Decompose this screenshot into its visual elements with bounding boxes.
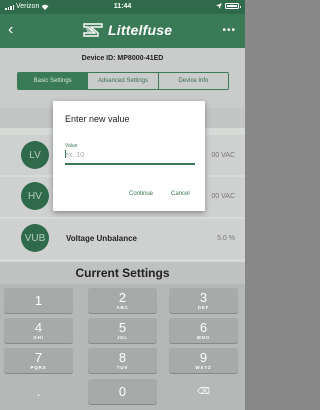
tab-advanced-settings[interactable]: Advanced Settings — [87, 73, 158, 89]
app-screen: Verizon 11:44 ‹ Littelfuse ••• Device ID… — [0, 0, 245, 410]
status-time: 11:44 — [113, 3, 132, 10]
nav-bar: ‹ Littelfuse ••• — [0, 14, 245, 48]
enter-value-dialog: Enter new value Value Continue Cancel — [53, 101, 205, 211]
text-caret — [65, 150, 66, 158]
key-decimal[interactable]: . — [4, 379, 73, 404]
key-1[interactable]: 1 — [4, 288, 73, 313]
brand-name: Littelfuse — [108, 22, 173, 38]
vub-badge: VUB — [21, 224, 49, 252]
key-9[interactable]: 9 WXYZ — [169, 348, 238, 373]
tab-basic-settings[interactable]: Basic Settings — [18, 73, 88, 89]
more-icon[interactable]: ••• — [222, 25, 236, 36]
status-bar: Verizon 11:44 — [0, 0, 245, 14]
continue-button[interactable]: Continue — [129, 191, 153, 197]
vub-value: 5.0 % — [217, 235, 235, 242]
key-7[interactable]: 7 PQRS — [4, 348, 73, 373]
key-5[interactable]: 5 JKL — [88, 318, 157, 343]
current-settings-title: Current Settings — [0, 262, 245, 284]
value-input[interactable] — [65, 150, 195, 160]
tab-device-info[interactable]: Device Info — [157, 73, 228, 89]
key-2[interactable]: 2 ABC — [88, 288, 157, 313]
device-id: Device ID: MP8000-41ED — [81, 55, 164, 62]
key-backspace[interactable]: ⌫ — [169, 379, 238, 404]
hv-badge: HV — [21, 182, 49, 210]
key-0[interactable]: 0 — [88, 379, 157, 404]
value-field-label: Value — [65, 143, 78, 149]
battery-icon — [225, 3, 241, 9]
lv-value: 00 VAC — [211, 152, 235, 159]
dialog-title: Enter new value — [65, 114, 130, 124]
key-4[interactable]: 4 GHI — [4, 318, 73, 343]
device-header: Device ID: MP8000-41ED Basic Settings Ad… — [0, 48, 245, 108]
cancel-button[interactable]: Cancel — [171, 191, 190, 197]
brand-logo: Littelfuse — [82, 22, 172, 38]
numeric-keypad: 1 2 ABC 3 DEF 4 GHI 5 JKL 6 MNO 7 PQRS 8… — [0, 284, 245, 410]
status-right — [216, 3, 241, 9]
back-icon[interactable]: ‹ — [8, 21, 13, 39]
location-icon — [216, 3, 222, 9]
hv-value: 00 VAC — [211, 193, 235, 200]
littelfuse-logo-icon — [83, 23, 103, 37]
setting-row-vub[interactable]: VUB Voltage Unbalance 5.0 % — [0, 219, 245, 259]
lv-badge: LV — [21, 141, 49, 169]
key-3[interactable]: 3 DEF — [169, 288, 238, 313]
backspace-icon: ⌫ — [197, 386, 210, 396]
settings-tabs: Basic Settings Advanced Settings Device … — [17, 72, 229, 90]
vub-label: Voltage Unbalance — [66, 234, 137, 243]
key-6[interactable]: 6 MNO — [169, 318, 238, 343]
value-field-underline — [65, 163, 195, 165]
key-8[interactable]: 8 TUV — [88, 348, 157, 373]
